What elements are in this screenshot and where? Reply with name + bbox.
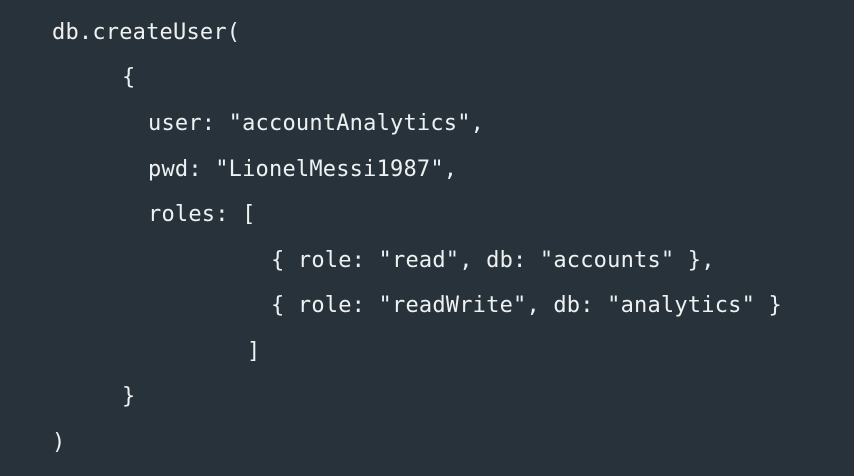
code-line-8: ] — [247, 339, 261, 364]
code-line-7: { role: "readWrite", db: "analytics" } — [271, 293, 782, 318]
code-line-2: { — [122, 65, 136, 90]
code-slide: db.createUser( { user: "accountAnalytics… — [0, 0, 854, 476]
code-line-10: ) — [52, 430, 66, 455]
code-line-6: { role: "read", db: "accounts" }, — [271, 248, 715, 273]
code-block: db.createUser( { user: "accountAnalytics… — [0, 0, 854, 476]
code-line-1: db.createUser( — [52, 20, 241, 45]
code-line-3: user: "accountAnalytics", — [148, 111, 485, 136]
code-line-5: roles: [ — [148, 202, 256, 227]
code-line-4: pwd: "LionelMessi1987", — [148, 157, 458, 182]
code-line-9: } — [122, 384, 136, 409]
